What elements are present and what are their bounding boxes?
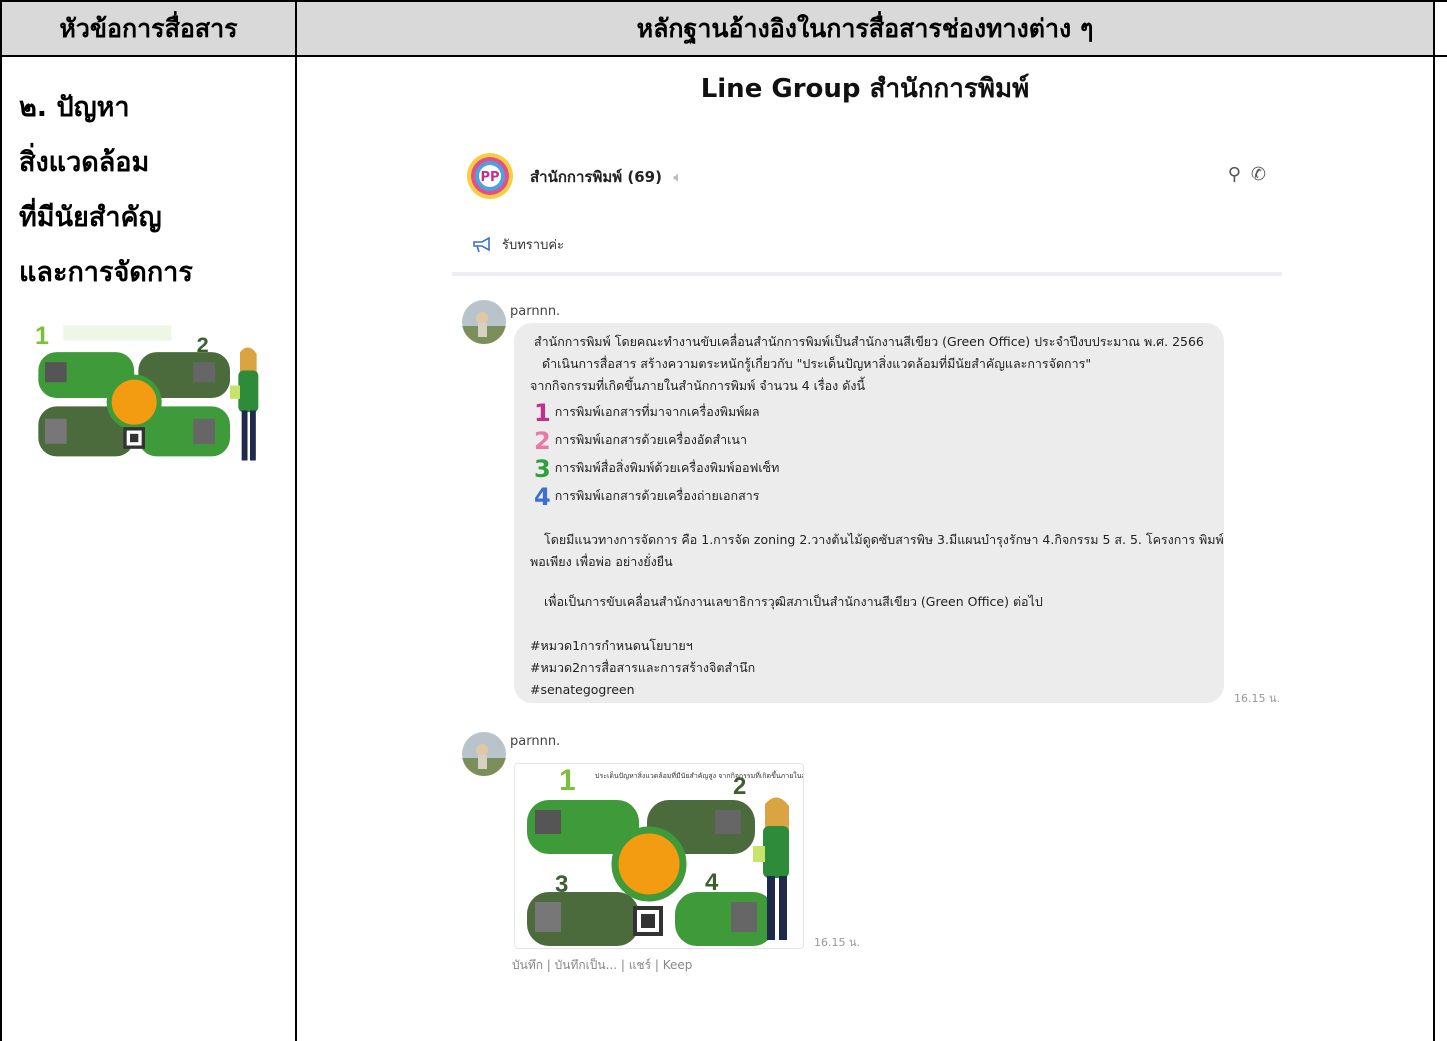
svg-text:1: 1 xyxy=(35,322,49,350)
infographic-image: 1 2 3 4 ประเด็นปัญหาสิ่งแวดล้อมที่มีนัยส… xyxy=(515,764,803,948)
list-item-text: การพิมพ์เอกสารด้วยเครื่องอัดสำเนา xyxy=(554,432,747,447)
svg-text:1: 1 xyxy=(559,764,576,797)
table-border-left xyxy=(0,0,2,1041)
svg-text:4: 4 xyxy=(705,869,719,896)
call-icon[interactable]: ✆ xyxy=(1251,164,1266,185)
avatar[interactable] xyxy=(462,300,506,344)
message-line: จากกิจกรรมที่เกิดขึ้นภายในสำนักการพิมพ์ … xyxy=(530,378,866,393)
message-line: สำนักการพิมพ์ โดยคณะทำงานขับเคลื่อนสำนัก… xyxy=(534,334,1204,349)
message-line: พอเพียง เพื่อพ่อ อย่างยั่งยืน xyxy=(530,554,673,569)
hashtag[interactable]: #senategogreen xyxy=(530,679,635,701)
sender-name: parnnn. xyxy=(510,304,561,319)
topic-line: ๒. ปัญหา xyxy=(19,92,130,123)
topic-line: และการจัดการ xyxy=(19,257,193,288)
image-message[interactable]: 1 2 3 4 ประเด็นปัญหาสิ่งแวดล้อมที่มีนัยส… xyxy=(514,763,804,949)
list-item-text: การพิมพ์สื่อสิ่งพิมพ์ด้วยเครื่องพิมพ์ออฟ… xyxy=(554,460,780,475)
number-4-icon: 4 xyxy=(534,482,551,511)
table-border-right xyxy=(1433,0,1435,1041)
topic-cell: ๒. ปัญหา สิ่งแวดล้อม ที่มีนัยสำคัญ และกา… xyxy=(19,80,289,300)
group-avatar[interactable]: PP xyxy=(466,152,514,200)
search-icon[interactable]: ⚲ xyxy=(1228,164,1241,185)
hashtag[interactable]: #หมวด2การสื่อสารและการสร้างจิตสำนึก xyxy=(530,657,755,679)
group-name: สำนักการพิมพ์ (69) 🔈︎ xyxy=(530,165,682,189)
header-actions: ⚲ ✆ xyxy=(1218,164,1266,185)
chat-header: PP สำนักการพิมพ์ (69) 🔈︎ ⚲ ✆ xyxy=(466,152,1266,204)
line-group-chat: PP สำนักการพิมพ์ (69) 🔈︎ ⚲✆ รับทราบค่ะ xyxy=(452,138,1282,988)
table-column-divider xyxy=(295,0,297,1041)
avatar[interactable] xyxy=(462,732,506,776)
list-item-text: การพิมพ์เอกสารด้วยเครื่องถ่ายเอกสาร xyxy=(554,488,760,503)
sender-name: parnnn. xyxy=(510,734,561,749)
table-border-top xyxy=(0,0,1447,2)
megaphone-icon xyxy=(473,236,490,252)
list-item: 3 การพิมพ์สื่อสิ่งพิมพ์ด้วยเครื่องพิมพ์ออ… xyxy=(534,454,780,483)
topic-line: ที่มีนัยสำคัญ xyxy=(19,202,162,233)
hashtag[interactable]: #หมวด1การกำหนดนโยบายฯ xyxy=(530,635,693,657)
message-bubble[interactable]: สำนักการพิมพ์ โดยคณะทำงานขับเคลื่อนสำนัก… xyxy=(514,323,1224,703)
header-topic: หัวข้อการสื่อสาร xyxy=(2,2,295,55)
list-item: 1 การพิมพ์เอกสารที่มาจากเครื่องพิมพ์ผล xyxy=(534,398,760,427)
message-line: โดยมีแนวทางการจัดการ คือ 1.การจัด zoning… xyxy=(544,532,1224,547)
header-evidence: หลักฐานอ้างอิงในการสื่อสารช่องทางต่าง ๆ xyxy=(297,2,1433,55)
group-logo-text: PP xyxy=(480,170,499,185)
message-time: 16.15 น. xyxy=(1234,692,1281,705)
list-item: 4 การพิมพ์เอกสารด้วยเครื่องถ่ายเอกสาร xyxy=(534,482,760,511)
evidence-title: Line Group สำนักการพิมพ์ xyxy=(700,74,1030,104)
image-actions[interactable]: บันทึก | บันทึกเป็น... | แชร์ | Keep xyxy=(512,956,692,975)
table-header-divider xyxy=(0,55,1447,57)
message-line: ดำเนินการสื่อสาร สร้างความตระหนักรู้เกี่… xyxy=(542,356,1092,371)
announcement-text: รับทราบค่ะ xyxy=(502,238,565,253)
speaker-icon: 🔈︎ xyxy=(673,168,683,186)
topic-line: สิ่งแวดล้อม xyxy=(19,147,150,178)
group-name-text: สำนักการพิมพ์ (69) xyxy=(530,168,662,186)
communication-table: หัวข้อการสื่อสาร หลักฐานอ้างอิงในการสื่อ… xyxy=(0,0,1447,1041)
list-item-text: การพิมพ์เอกสารที่มาจากเครื่องพิมพ์ผล xyxy=(554,404,760,419)
number-1-icon: 1 xyxy=(534,398,551,427)
list-item: 2 การพิมพ์เอกสารด้วยเครื่องอัดสำเนา xyxy=(534,426,747,455)
header-divider xyxy=(452,272,1282,276)
infographic-thumbnail: 1 2 3 4 xyxy=(30,318,270,473)
number-2-icon: 2 xyxy=(534,426,551,455)
message-line: เพื่อเป็นการขับเคลื่อนสำนักงานเลขาธิการว… xyxy=(544,594,1043,609)
announcement-bar[interactable]: รับทราบค่ะ xyxy=(472,234,564,255)
number-3-icon: 3 xyxy=(534,454,551,483)
message-time: 16.15 น. xyxy=(814,936,861,949)
